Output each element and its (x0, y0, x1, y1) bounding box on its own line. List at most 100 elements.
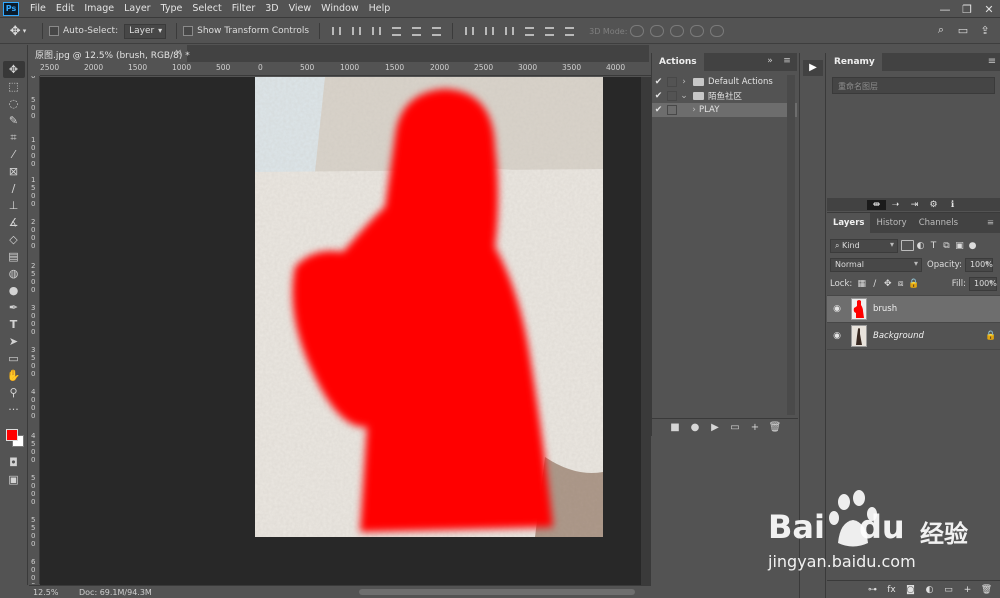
toggle-check-icon[interactable]: ✔ (652, 105, 665, 115)
action-set-row[interactable]: ✔ ⌄ 陌鱼社区 (652, 89, 797, 103)
lock-all-icon[interactable]: 🔒 (907, 279, 920, 289)
play-icon[interactable]: ▶ (705, 422, 725, 433)
action-set-row[interactable]: ✔ › Default Actions (652, 75, 797, 89)
adjustment-icon[interactable]: ◐ (920, 585, 939, 595)
mask-icon[interactable]: ◙ (901, 585, 920, 595)
distribute-top-icon[interactable] (462, 25, 476, 37)
gear-icon[interactable]: ⚙ (924, 200, 943, 210)
transform-controls-checkbox[interactable] (183, 26, 194, 36)
hand-tool-icon[interactable]: ✋ (3, 367, 25, 384)
minimize-button[interactable]: — (934, 3, 956, 16)
tab-channels[interactable]: Channels (913, 213, 964, 233)
menu-edit[interactable]: Edit (51, 3, 79, 14)
distribute-bottom-icon[interactable] (502, 25, 516, 37)
actions-tab[interactable]: Actions (652, 53, 704, 71)
trash-icon[interactable]: 🗑 (765, 422, 785, 433)
expand-icon[interactable]: › (689, 105, 699, 115)
marquee-tool-icon[interactable]: ⬚ (3, 78, 25, 95)
lock-artboard-icon[interactable]: ⧈ (894, 279, 907, 289)
distribute-left-icon[interactable] (522, 25, 536, 37)
auto-select-dropdown[interactable]: Layer (124, 23, 167, 39)
more-tools-icon[interactable]: ··· (3, 401, 25, 418)
search-icon[interactable]: ⌕ (930, 23, 952, 37)
distribute-right-icon[interactable] (562, 25, 576, 37)
horizontal-scrollbar[interactable] (359, 589, 635, 595)
trash-icon[interactable]: 🗑 (977, 585, 996, 595)
arrow-right-icon[interactable]: ➝ (886, 200, 905, 210)
plugin-icon[interactable]: ⇼ (867, 199, 886, 210)
collapse-icon[interactable]: » (763, 53, 777, 71)
close-document-icon[interactable]: × (174, 48, 182, 58)
info-icon[interactable]: ℹ (943, 200, 962, 210)
lock-pixels-icon[interactable]: ∕ (868, 279, 881, 289)
new-set-icon[interactable]: ▭ (725, 422, 745, 433)
filter-toggle-icon[interactable]: ● (966, 241, 979, 251)
layer-name[interactable]: Background (873, 331, 982, 341)
quick-select-tool-icon[interactable]: ✎ (3, 112, 25, 129)
filter-pixel-icon[interactable] (901, 240, 914, 251)
quick-mask-icon[interactable]: ◘ (3, 454, 25, 471)
path-select-tool-icon[interactable]: ➤ (3, 333, 25, 350)
share-icon[interactable]: ⇪ (974, 24, 996, 37)
menu-help[interactable]: Help (364, 3, 396, 14)
lock-transparent-icon[interactable]: ▦ (855, 279, 868, 289)
blend-mode-dropdown[interactable]: Normal (830, 257, 922, 272)
type-tool-icon[interactable]: T (3, 316, 25, 333)
layer-row[interactable]: ◉ brush (827, 296, 1000, 323)
export-icon[interactable]: ⇥ (905, 200, 924, 210)
rectangle-tool-icon[interactable]: ▭ (3, 350, 25, 367)
brush-tool-icon[interactable]: ∕ (3, 180, 25, 197)
move-tool-icon[interactable]: ✥ (2, 61, 25, 78)
document-image[interactable] (255, 77, 603, 537)
tab-layers[interactable]: Layers (827, 213, 871, 233)
group-icon[interactable]: ▭ (939, 585, 958, 595)
distribute-vcenter-icon[interactable] (482, 25, 496, 37)
tab-history[interactable]: History (870, 213, 912, 233)
3d-slide-icon[interactable] (690, 25, 705, 37)
menu-select[interactable]: Select (187, 3, 226, 14)
horizontal-ruler[interactable]: 2500 2000 1500 1000 500 0 500 1000 1500 … (40, 62, 651, 76)
new-action-icon[interactable]: + (745, 422, 765, 433)
eye-icon[interactable]: ◉ (827, 304, 847, 314)
layer-name[interactable]: brush (873, 304, 1000, 314)
filter-shape-icon[interactable]: ⧉ (940, 241, 953, 251)
menu-3d[interactable]: 3D (260, 3, 283, 14)
align-vcenter-icon[interactable] (349, 25, 363, 37)
dialog-toggle[interactable] (667, 91, 677, 101)
actions-play-icon[interactable]: ▶ (803, 60, 823, 76)
menu-filter[interactable]: Filter (227, 3, 261, 14)
lasso-tool-icon[interactable]: ◌ (3, 95, 25, 112)
new-layer-icon[interactable]: + (958, 585, 977, 595)
3d-roll-icon[interactable] (650, 25, 665, 37)
eraser-tool-icon[interactable]: ◇ (3, 231, 25, 248)
panel-menu-icon[interactable]: ≡ (981, 213, 1000, 233)
menu-window[interactable]: Window (316, 3, 363, 14)
pen-tool-icon[interactable]: ✒ (3, 299, 25, 316)
actions-scrollbar[interactable] (787, 75, 795, 415)
frame-tool-icon[interactable]: ⊠ (3, 163, 25, 180)
menu-file[interactable]: File (25, 3, 51, 14)
history-brush-tool-icon[interactable]: ∡ (3, 214, 25, 231)
3d-scale-icon[interactable] (710, 25, 725, 37)
layer-row[interactable]: ◉ Background 🔒 (827, 323, 1000, 350)
menu-view[interactable]: View (284, 3, 317, 14)
align-hcenter-icon[interactable] (409, 25, 423, 37)
screen-mode-icon[interactable]: ▣ (3, 471, 25, 488)
align-top-icon[interactable] (329, 25, 343, 37)
align-left-icon[interactable] (389, 25, 403, 37)
workspace-icon[interactable]: ▭ (952, 24, 974, 37)
filter-adjustment-icon[interactable]: ◐ (914, 241, 927, 251)
toggle-check-icon[interactable]: ✔ (652, 77, 665, 87)
action-row[interactable]: ✔ › PLAY (652, 103, 797, 117)
menu-image[interactable]: Image (79, 3, 119, 14)
menu-type[interactable]: Type (156, 3, 188, 14)
lock-position-icon[interactable]: ✥ (881, 279, 894, 289)
align-right-icon[interactable] (429, 25, 443, 37)
stamp-tool-icon[interactable]: ⊥ (3, 197, 25, 214)
filter-type-icon[interactable]: T (927, 241, 940, 251)
eye-icon[interactable]: ◉ (827, 331, 847, 341)
rename-input[interactable]: 重命名图层 (832, 77, 995, 94)
move-tool-preset-icon[interactable]: ✥ ▾ (0, 24, 36, 39)
collapse-set-icon[interactable]: ⌄ (679, 91, 689, 101)
panel-menu-icon[interactable]: ≡ (984, 53, 1000, 71)
